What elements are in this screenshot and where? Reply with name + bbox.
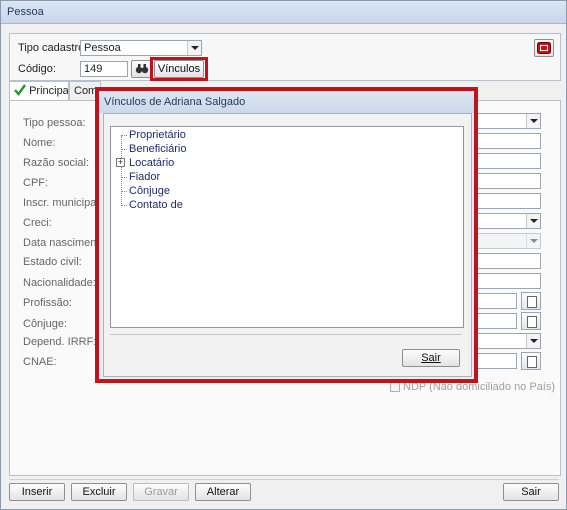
chevron-down-icon[interactable] [526, 114, 540, 128]
form-label-cnae: CNAE: [23, 356, 57, 368]
dialog-sair-button[interactable]: Sair [402, 349, 460, 367]
tree-item-locatario[interactable]: Locatário [129, 157, 174, 169]
cnae-lookup-button[interactable] [521, 352, 541, 370]
vinculos-dialog: Vínculos de Adriana Salgado Proprietário… [95, 87, 478, 383]
form-label-estado-civil: Estado civil: [23, 256, 82, 268]
form-label-nacionalidade: Nacionalidade: [23, 277, 96, 289]
form-label-tipo-pessoa: Tipo pessoa: [23, 117, 86, 129]
form-label-data-nascimento: Data nascimento [23, 237, 106, 249]
excluir-button[interactable]: Excluir [71, 483, 127, 501]
tipo-cadastro-select[interactable]: Pessoa [80, 40, 202, 56]
tree-branch [121, 191, 127, 192]
sair-button[interactable]: Sair [503, 483, 559, 501]
data-nascimento-picker[interactable] [477, 233, 541, 249]
tab-principal[interactable]: Principal [9, 81, 69, 101]
form-label-razao-social: Razão social: [23, 157, 90, 169]
vinculos-tree: Proprietário Beneficiário + Locatário Fi… [110, 126, 464, 328]
profissao-input[interactable] [477, 293, 517, 309]
tree-item-contato-de[interactable]: Contato de [129, 199, 183, 211]
tree-item-beneficiario[interactable]: Beneficiário [129, 143, 186, 155]
conjuge-input[interactable] [477, 313, 517, 329]
tree-branch [121, 149, 127, 150]
chevron-down-icon[interactable] [526, 334, 540, 348]
dialog-body: Proprietário Beneficiário + Locatário Fi… [103, 113, 472, 377]
codigo-label: Código: [18, 63, 56, 75]
inscr-municipal-input[interactable] [477, 193, 541, 209]
chevron-down-icon[interactable] [526, 214, 540, 228]
tree-branch [121, 177, 127, 178]
binoculars-icon [135, 64, 149, 74]
chevron-down-icon[interactable] [187, 41, 201, 55]
chevron-down-icon[interactable] [526, 234, 540, 248]
dialog-sair-label: Sair [421, 352, 441, 364]
dialog-title: Vínculos de Adriana Salgado [104, 96, 246, 108]
tree-branch [121, 205, 127, 206]
tipo-pessoa-select[interactable] [477, 113, 541, 129]
nacionalidade-input[interactable] [477, 273, 541, 289]
window-title: Pessoa [7, 6, 44, 18]
codigo-value: 149 [84, 63, 103, 75]
dialog-divider [110, 334, 462, 335]
tipo-cadastro-label: Tipo cadastro [18, 42, 85, 54]
creci-select[interactable] [477, 213, 541, 229]
form-label-creci: Creci: [23, 217, 52, 229]
expand-icon[interactable]: + [116, 158, 125, 167]
form-label-nome: Nome: [23, 137, 56, 149]
check-icon [14, 84, 26, 96]
conjuge-lookup-button[interactable] [521, 312, 541, 330]
tab-principal-label: Principal [29, 85, 69, 97]
form-label-profissao: Profissão: [23, 297, 72, 309]
ndp-checkbox[interactable] [390, 382, 400, 392]
pessoa-window: Pessoa Tipo cadastro Pessoa Código: 149 … [0, 0, 567, 510]
phone-icon [537, 42, 551, 54]
tree-item-conjuge[interactable]: Cônjuge [129, 185, 170, 197]
title-bar: Pessoa [1, 1, 566, 24]
form-label-conjuge: Cônjuge: [23, 318, 68, 330]
inserir-button[interactable]: Inserir [9, 483, 65, 501]
codigo-input[interactable]: 149 [80, 61, 128, 77]
alterar-button[interactable]: Alterar [195, 483, 251, 501]
nome-input[interactable] [477, 133, 541, 149]
razao-social-input[interactable] [477, 153, 541, 169]
gravar-button[interactable]: Gravar [133, 483, 189, 501]
tree-item-proprietario[interactable]: Proprietário [129, 129, 186, 141]
estado-civil-select[interactable] [477, 253, 541, 269]
vinculos-button[interactable]: Vínculos [154, 60, 204, 78]
form-label-cpf: CPF: [23, 177, 49, 189]
footer-divider [9, 479, 559, 480]
tree-branch [121, 135, 127, 136]
tipo-cadastro-value: Pessoa [84, 42, 121, 54]
dialog-title-bar: Vínculos de Adriana Salgado [99, 91, 474, 113]
form-label-inscr-municipal: Inscr. municipal: [23, 197, 102, 209]
cnae-input[interactable] [477, 353, 517, 369]
profissao-lookup-button[interactable] [521, 292, 541, 310]
form-label-depend-irrf: Depend. IRRF: [23, 336, 97, 348]
tree-item-fiador[interactable]: Fiador [129, 171, 160, 183]
depend-irrf-select[interactable] [477, 333, 541, 349]
phone-button[interactable] [534, 39, 554, 57]
tree-connector [121, 136, 122, 206]
cpf-input[interactable] [477, 173, 541, 189]
